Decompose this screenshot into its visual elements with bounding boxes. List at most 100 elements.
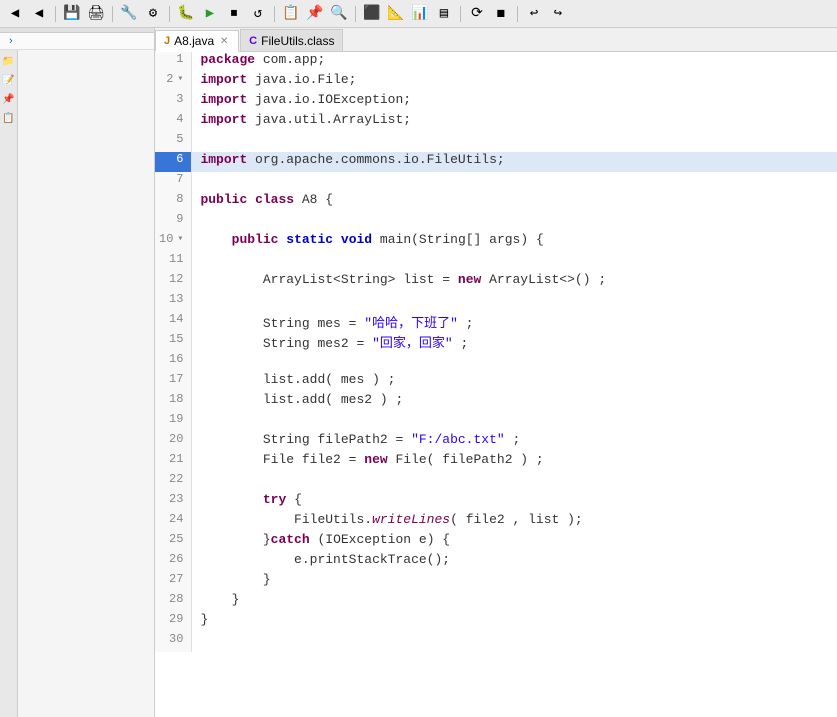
line-content-3[interactable]: import java.io.IOException; <box>192 92 837 112</box>
line-number-label-15: 15 <box>169 332 183 346</box>
line-content-2[interactable]: import java.io.File; <box>192 72 837 92</box>
toolbar-btn-stop[interactable]: ⏹ <box>223 3 245 25</box>
toolbar-btn-build[interactable]: 🔧 <box>118 3 140 25</box>
toolbar-separator <box>460 6 461 22</box>
tab-a8[interactable]: JA8.java✕ <box>155 30 239 52</box>
line-content-30[interactable] <box>192 632 837 652</box>
line-number-label-30: 30 <box>169 632 183 646</box>
code-line-20: 20 String filePath2 = "F:/abc.txt" ; <box>155 432 837 452</box>
code-token-kw: try <box>263 492 286 507</box>
side-icon-1[interactable]: 📝 <box>1 73 17 89</box>
toolbar-btn-settings[interactable]: ⚙ <box>142 3 164 25</box>
toolbar-btn-grid[interactable]: ▤ <box>433 3 455 25</box>
toolbar-btn-refresh[interactable]: ↺ <box>247 3 269 25</box>
toolbar-btn-copy[interactable]: 📋 <box>280 3 302 25</box>
line-content-9[interactable] <box>192 212 837 232</box>
line-num-16: 16 <box>155 352 192 372</box>
toolbar-btn-sync[interactable]: ⟳ <box>466 3 488 25</box>
line-content-16[interactable] <box>192 352 837 372</box>
left-panel: › 📁📝📌📋 <box>0 28 155 717</box>
code-line-19: 19 <box>155 412 837 432</box>
tab-fileutils[interactable]: CFileUtils.class <box>240 29 343 51</box>
toolbar-btn-back[interactable]: ◀ <box>4 3 26 25</box>
toolbar-btn-pin[interactable]: 📌 <box>304 3 326 25</box>
line-content-10[interactable]: public static void main(String[] args) { <box>192 232 837 252</box>
toolbar-separator <box>112 6 113 22</box>
toolbar-btn-stop2[interactable]: ◼ <box>490 3 512 25</box>
code-token-kw: new <box>458 272 481 287</box>
line-content-26[interactable]: e.printStackTrace(); <box>192 552 837 572</box>
toolbar-btn-box[interactable]: ⬛ <box>361 3 383 25</box>
line-content-27[interactable]: } <box>192 572 837 592</box>
line-content-5[interactable] <box>192 132 837 152</box>
line-num-4: 4 <box>155 112 192 132</box>
code-line-15: 15 String mes2 = "回家，回家" ; <box>155 332 837 352</box>
line-content-25[interactable]: }catch (IOException e) { <box>192 532 837 552</box>
side-icon-2[interactable]: 📌 <box>1 92 17 108</box>
line-number-label-3: 3 <box>176 92 183 106</box>
line-content-17[interactable]: list.add( mes ) ; <box>192 372 837 392</box>
line-content-19[interactable] <box>192 412 837 432</box>
code-line-10: 10▾ public static void main(String[] arg… <box>155 232 837 252</box>
line-content-6[interactable]: import org.apache.commons.io.FileUtils; <box>192 152 837 172</box>
side-icon-0[interactable]: 📁 <box>1 54 17 70</box>
code-token-kw2: static <box>286 232 333 247</box>
line-content-24[interactable]: FileUtils.writeLines( file2 , list ); <box>192 512 837 532</box>
line-content-15[interactable]: String mes2 = "回家，回家" ; <box>192 332 837 352</box>
code-line-24: 24 FileUtils.writeLines( file2 , list ); <box>155 512 837 532</box>
fold-arrow-2[interactable]: ▾ <box>177 73 183 85</box>
tab-close-a8[interactable]: ✕ <box>218 35 230 47</box>
line-number-label-24: 24 <box>169 512 183 526</box>
toolbar-btn-undo[interactable]: ↩ <box>523 3 545 25</box>
line-num-24: 24 <box>155 512 192 532</box>
code-editor[interactable]: 1package com.app;2▾import java.io.File;3… <box>155 52 837 717</box>
toolbar-btn-save[interactable]: 💾 <box>61 3 83 25</box>
line-content-23[interactable]: try { <box>192 492 837 512</box>
code-token-str: "回家，回家" <box>372 336 453 351</box>
code-line-2: 2▾import java.io.File; <box>155 72 837 92</box>
toolbar-btn-debug[interactable]: 🐛 <box>175 3 197 25</box>
line-content-12[interactable]: ArrayList<String> list = new ArrayList<>… <box>192 272 837 292</box>
line-num-14: 14 <box>155 312 192 332</box>
line-content-22[interactable] <box>192 472 837 492</box>
line-content-20[interactable]: String filePath2 = "F:/abc.txt" ; <box>192 432 837 452</box>
line-number-label-17: 17 <box>169 372 183 386</box>
line-num-1: 1 <box>155 52 192 72</box>
toolbar-btn-back2[interactable]: ◀ <box>28 3 50 25</box>
toolbar-btn-align[interactable]: 📐 <box>385 3 407 25</box>
line-num-18: 18 <box>155 392 192 412</box>
line-num-30: 30 <box>155 632 192 652</box>
line-num-11: 11 <box>155 252 192 272</box>
code-token-str: "F:/abc.txt" <box>411 432 505 447</box>
toolbar-btn-print[interactable]: 🖨 <box>85 3 107 25</box>
editor-area: JA8.java✕CFileUtils.class 1package com.a… <box>155 28 837 717</box>
toolbar-btn-chart[interactable]: 📊 <box>409 3 431 25</box>
line-content-7[interactable] <box>192 172 837 192</box>
toolbar-btn-run[interactable]: ▶ <box>199 3 221 25</box>
line-content-8[interactable]: public class A8 { <box>192 192 837 212</box>
code-line-13: 13 <box>155 292 837 312</box>
toolbar-btn-redo[interactable]: ↪ <box>547 3 569 25</box>
line-content-18[interactable]: list.add( mes2 ) ; <box>192 392 837 412</box>
line-num-9: 9 <box>155 212 192 232</box>
line-content-1[interactable]: package com.app; <box>192 52 837 72</box>
code-line-30: 30 <box>155 632 837 652</box>
line-num-28: 28 <box>155 592 192 612</box>
line-num-3: 3 <box>155 92 192 112</box>
toolbar-btn-search[interactable]: 🔍 <box>328 3 350 25</box>
side-icon-3[interactable]: 📋 <box>1 111 17 127</box>
line-content-21[interactable]: File file2 = new File( filePath2 ) ; <box>192 452 837 472</box>
line-content-11[interactable] <box>192 252 837 272</box>
line-content-29[interactable]: } <box>192 612 837 632</box>
line-number-label-25: 25 <box>169 532 183 546</box>
line-content-28[interactable]: } <box>192 592 837 612</box>
line-content-13[interactable] <box>192 292 837 312</box>
line-number-label-9: 9 <box>176 212 183 226</box>
line-content-4[interactable]: import java.util.ArrayList; <box>192 112 837 132</box>
code-token-kw: public <box>232 232 279 247</box>
fold-arrow-10[interactable]: ▾ <box>177 233 183 245</box>
left-content: 📁 📝 📌 📋 <box>0 50 154 717</box>
line-content-14[interactable]: String mes = "哈哈，下班了" ; <box>192 312 837 332</box>
line-num-15: 15 <box>155 332 192 352</box>
code-line-14: 14 String mes = "哈哈，下班了" ; <box>155 312 837 332</box>
